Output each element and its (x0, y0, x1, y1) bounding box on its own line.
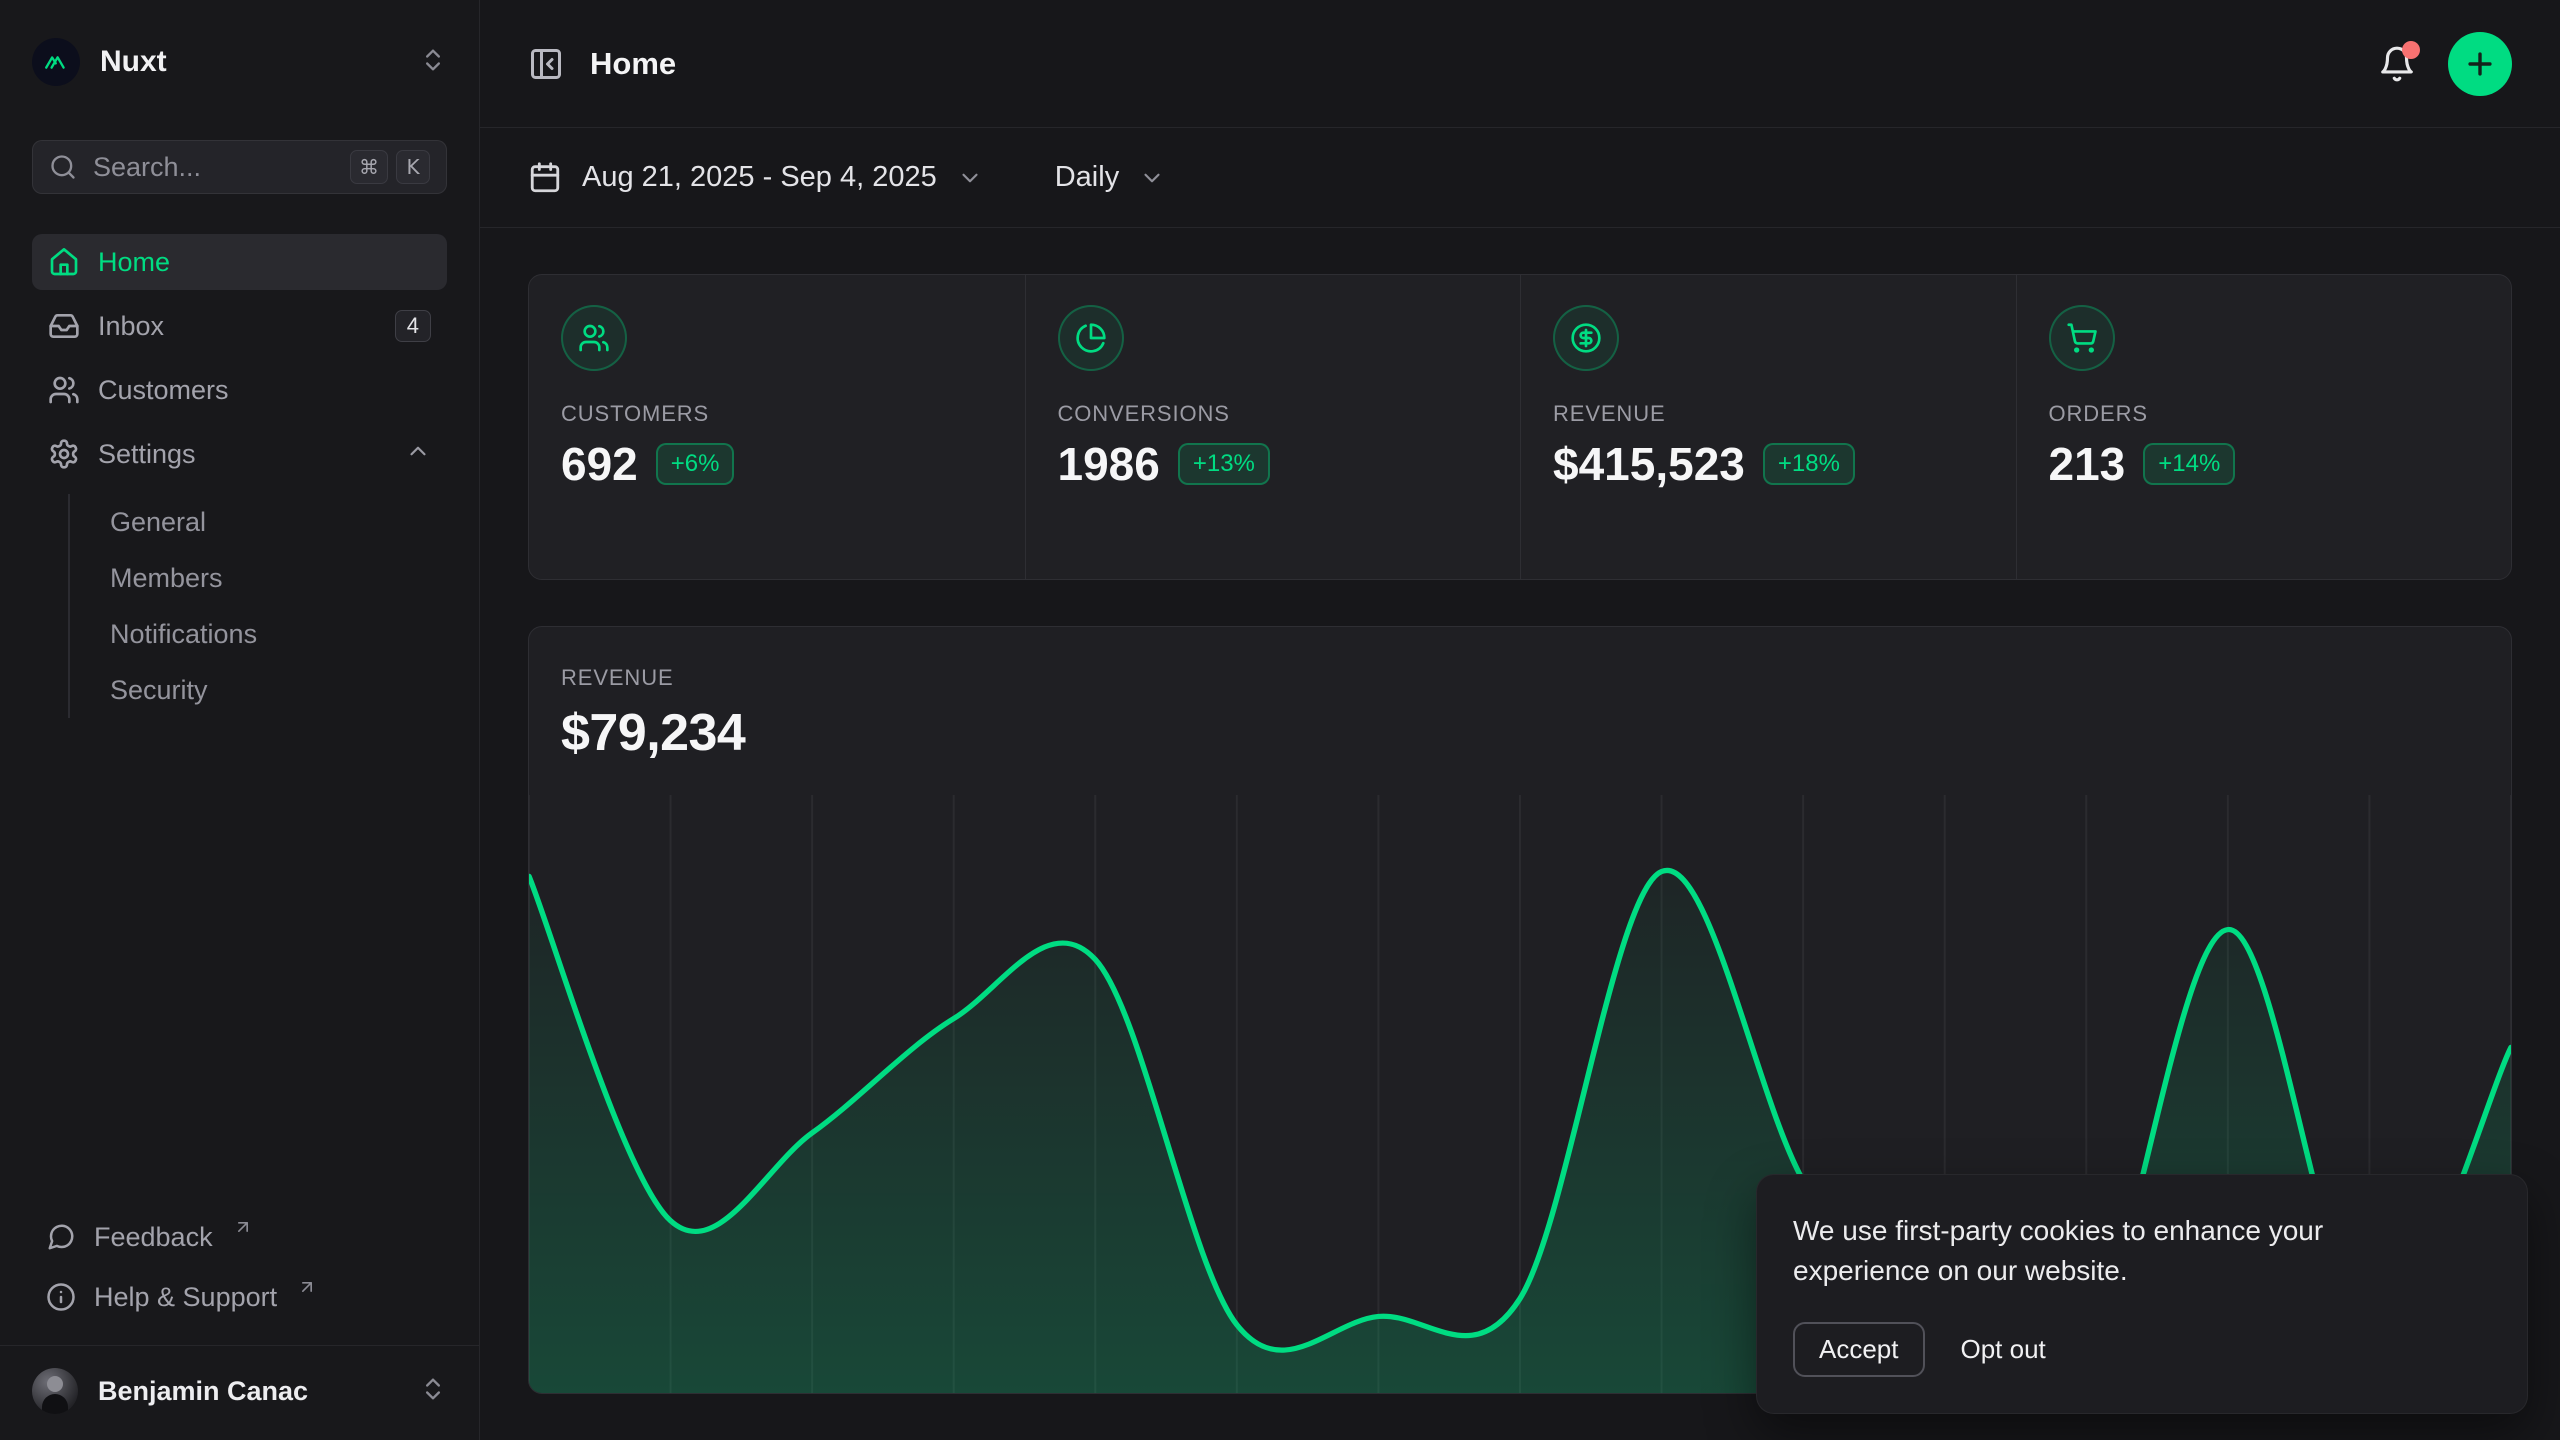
stat-value: 213 (2049, 437, 2126, 491)
sidebar-item-notifications[interactable]: Notifications (70, 606, 447, 662)
cookie-message: We use first-party cookies to enhance yo… (1793, 1211, 2358, 1292)
settings-subnav: General Members Notifications Security (68, 494, 447, 718)
sidebar-item-inbox[interactable]: Inbox 4 (32, 298, 447, 354)
chevron-down-icon (957, 165, 983, 191)
stat-label: ORDERS (2049, 401, 2148, 427)
granularity-value: Daily (1055, 161, 1119, 194)
pie-chart-icon (1058, 305, 1124, 371)
stat-change-badge: +6% (656, 443, 735, 485)
sidebar-item-label: Settings (98, 439, 196, 470)
date-range-value: Aug 21, 2025 - Sep 4, 2025 (582, 161, 937, 194)
users-icon (561, 305, 627, 371)
search-icon (49, 153, 77, 181)
stat-change-badge: +13% (1178, 443, 1270, 485)
circle-dollar-icon (1553, 305, 1619, 371)
stat-value: 692 (561, 437, 638, 491)
panel-left-close-icon (528, 46, 564, 82)
granularity-select[interactable]: Daily (1055, 161, 1165, 194)
help-support-link[interactable]: Help & Support (32, 1267, 447, 1327)
sidebar: Nuxt Search... ⌘ K (0, 0, 480, 1440)
footer-link-label: Feedback (94, 1222, 213, 1253)
home-icon (48, 246, 80, 278)
stat-value: 1986 (1058, 437, 1160, 491)
workspace-name: Nuxt (100, 45, 167, 79)
top-bar: Home (480, 0, 2560, 128)
search-placeholder: Search... (93, 152, 201, 183)
user-name: Benjamin Canac (98, 1376, 308, 1407)
inbox-count-badge: 4 (395, 310, 431, 342)
arrow-up-right-icon (233, 1213, 253, 1244)
notification-dot (2402, 41, 2420, 59)
calendar-icon (528, 161, 562, 195)
add-button[interactable] (2448, 32, 2512, 96)
stat-change-badge: +14% (2143, 443, 2235, 485)
stat-label: CUSTOMERS (561, 401, 709, 427)
feedback-link[interactable]: Feedback (32, 1207, 447, 1267)
sidebar-footer: Feedback Help & Support (32, 1207, 447, 1333)
gear-icon (48, 438, 80, 470)
stats-row: CUSTOMERS 692 +6% CONVERSIONS 1986 (528, 274, 2512, 580)
sidebar-collapse-button[interactable] (528, 46, 564, 82)
arrow-up-right-icon (297, 1273, 317, 1304)
top-bar-actions (2378, 32, 2512, 96)
revenue-chart-label: REVENUE (561, 665, 2479, 691)
stat-label: CONVERSIONS (1058, 401, 1230, 427)
stat-orders: ORDERS 213 +14% (2016, 275, 2512, 579)
footer-link-label: Help & Support (94, 1282, 277, 1313)
sidebar-item-label: Customers (98, 375, 229, 406)
stat-conversions: CONVERSIONS 1986 +13% (1025, 275, 1521, 579)
sidebar-item-settings[interactable]: Settings (32, 426, 447, 482)
sidebar-item-members[interactable]: Members (70, 550, 447, 606)
sidebar-item-general[interactable]: General (70, 494, 447, 550)
message-circle-icon (46, 1222, 76, 1252)
notifications-button[interactable] (2378, 45, 2416, 83)
date-range-picker[interactable]: Aug 21, 2025 - Sep 4, 2025 (528, 161, 983, 195)
stat-revenue: REVENUE $415,523 +18% (1520, 275, 2016, 579)
revenue-chart-header: REVENUE $79,234 (529, 627, 2511, 763)
sidebar-item-security[interactable]: Security (70, 662, 447, 718)
stat-value: $415,523 (1553, 437, 1745, 491)
kbd-k: K (396, 150, 430, 184)
opt-out-button[interactable]: Opt out (1961, 1334, 2046, 1365)
chevron-down-icon (1139, 165, 1165, 191)
sidebar-item-label: Home (98, 247, 170, 278)
chevron-up-icon (405, 438, 431, 471)
accept-button[interactable]: Accept (1793, 1322, 1925, 1377)
revenue-chart-total: $79,234 (561, 703, 2479, 763)
stat-label: REVENUE (1553, 401, 1666, 427)
sidebar-nav: Home Inbox 4 Customers (32, 234, 447, 718)
nuxt-logo-icon (32, 38, 80, 86)
users-icon (48, 374, 80, 406)
filters-toolbar: Aug 21, 2025 - Sep 4, 2025 Daily (480, 128, 2560, 228)
workspace-switcher[interactable]: Nuxt (32, 30, 447, 94)
search-shortcut: ⌘ K (350, 150, 430, 184)
sidebar-item-home[interactable]: Home (32, 234, 447, 290)
sidebar-item-label: Inbox (98, 311, 164, 342)
page-title: Home (590, 46, 676, 82)
chevrons-up-down-icon (419, 1375, 447, 1408)
user-menu[interactable]: Benjamin Canac (0, 1345, 479, 1440)
stat-customers: CUSTOMERS 692 +6% (529, 275, 1025, 579)
chevrons-up-down-icon (419, 46, 447, 79)
info-icon (46, 1282, 76, 1312)
avatar (32, 1368, 78, 1414)
plus-icon (2463, 47, 2497, 81)
sidebar-item-customers[interactable]: Customers (32, 362, 447, 418)
cookie-actions: Accept Opt out (1793, 1322, 2491, 1377)
kbd-cmd: ⌘ (350, 150, 388, 184)
cookie-banner: We use first-party cookies to enhance yo… (1756, 1174, 2528, 1414)
inbox-icon (48, 310, 80, 342)
stat-change-badge: +18% (1763, 443, 1855, 485)
search-input[interactable]: Search... ⌘ K (32, 140, 447, 194)
shopping-cart-icon (2049, 305, 2115, 371)
